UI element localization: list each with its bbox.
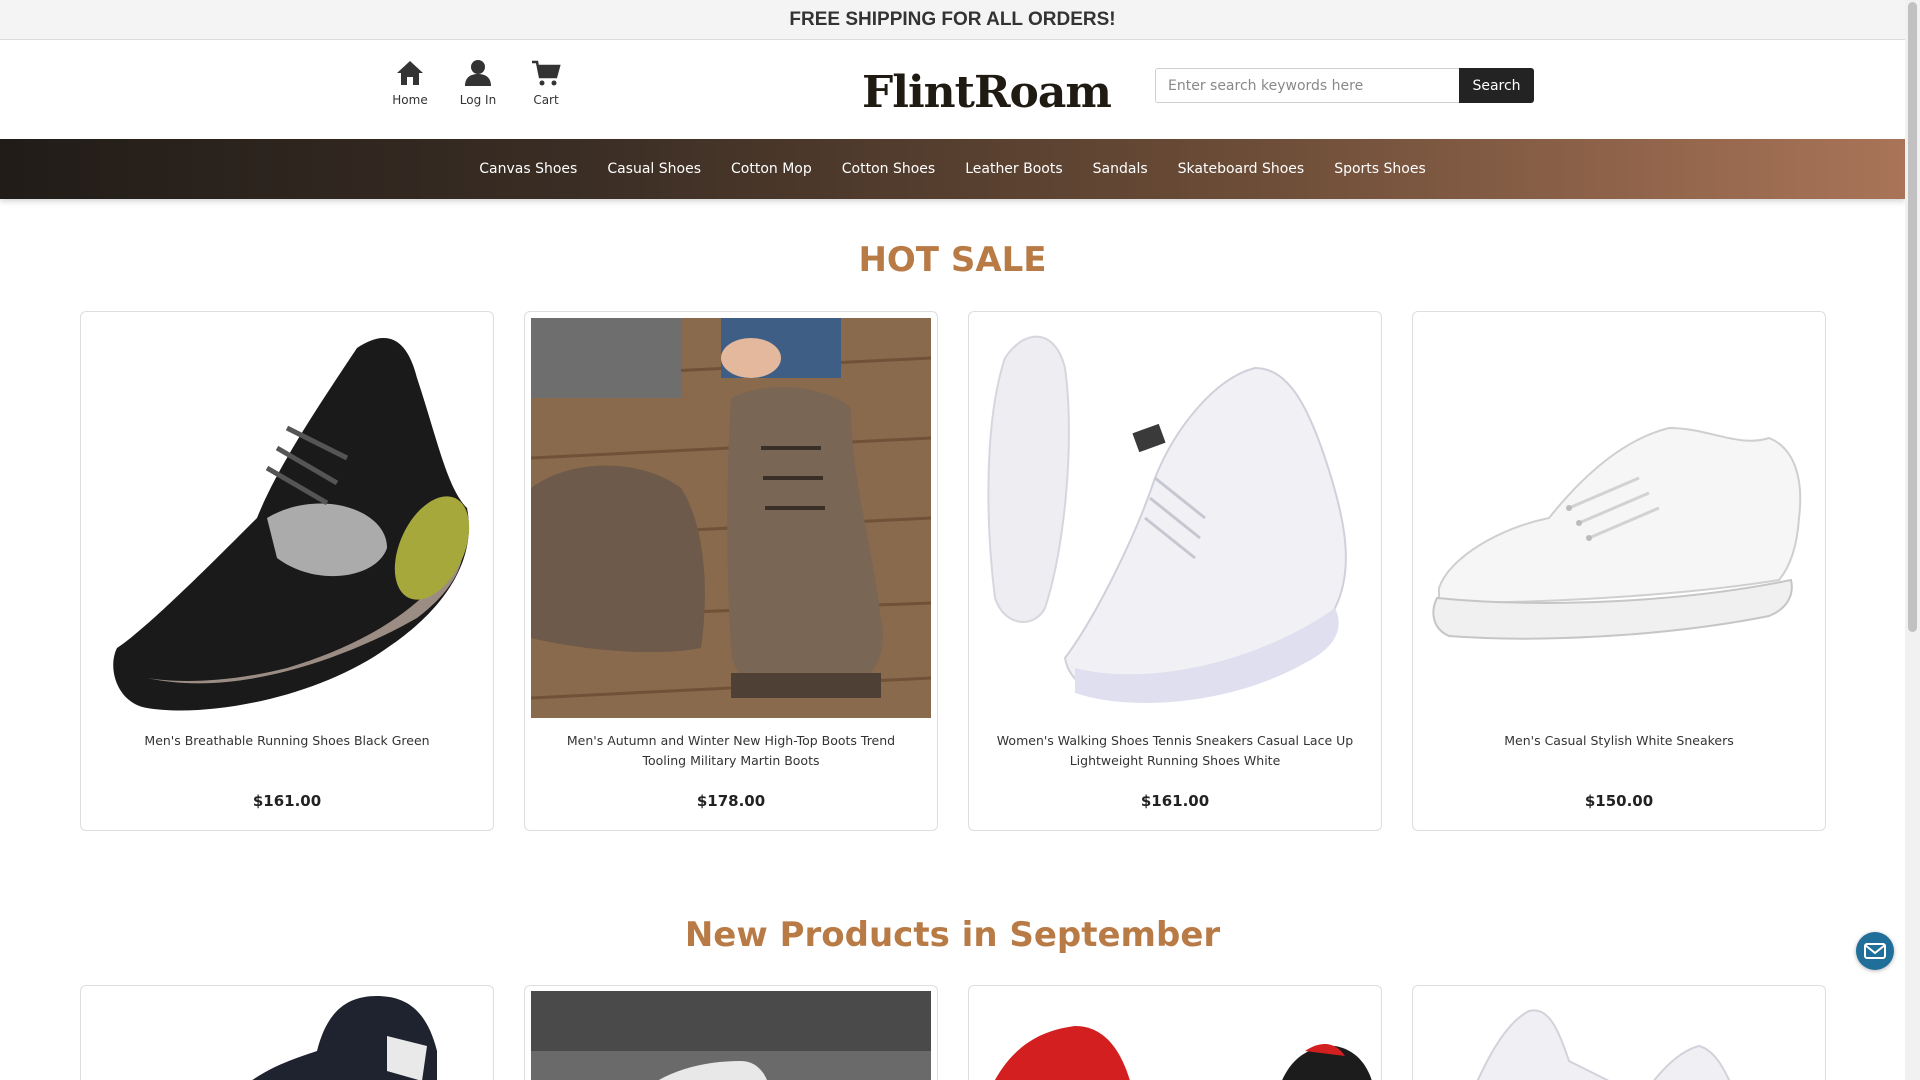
user-icon bbox=[465, 60, 491, 86]
new-products-title: New Products in September bbox=[684, 915, 1221, 955]
home-label: Home bbox=[392, 93, 428, 107]
new-products-row bbox=[80, 985, 1826, 1080]
product-image[interactable] bbox=[974, 317, 1376, 719]
product-card[interactable]: Women's Walking Shoes Tennis Sneakers Ca… bbox=[968, 311, 1382, 831]
product-image[interactable] bbox=[1418, 991, 1820, 1080]
product-card[interactable] bbox=[1412, 985, 1826, 1080]
product-name[interactable]: Men's Casual Stylish White Sneakers bbox=[1434, 731, 1804, 787]
product-image[interactable] bbox=[530, 317, 932, 719]
nav-item-cotton-mop[interactable]: Cotton Mop bbox=[716, 161, 827, 177]
login-link[interactable]: Log In bbox=[444, 58, 512, 107]
nav-item-leather-boots[interactable]: Leather Boots bbox=[950, 161, 1077, 177]
header-icon-links: Home Log In Cart bbox=[376, 58, 580, 107]
announcement-bar: FREE SHIPPING FOR ALL ORDERS! bbox=[0, 0, 1905, 40]
product-image[interactable] bbox=[86, 991, 488, 1080]
product-card[interactable] bbox=[524, 985, 938, 1080]
search-bar: Search bbox=[1155, 68, 1534, 103]
search-button[interactable]: Search bbox=[1459, 68, 1534, 103]
logo-text: FlintRoam bbox=[862, 66, 1112, 118]
product-price: $150.00 bbox=[1584, 792, 1654, 810]
announcement-text: FREE SHIPPING FOR ALL ORDERS! bbox=[789, 8, 1116, 30]
product-image[interactable] bbox=[974, 991, 1376, 1080]
product-card[interactable]: Men's Breathable Running Shoes Black Gre… bbox=[80, 311, 494, 831]
page-scrollbar[interactable] bbox=[1905, 0, 1920, 1080]
nav-item-casual-shoes[interactable]: Casual Shoes bbox=[592, 161, 716, 177]
login-label: Log In bbox=[459, 93, 497, 107]
product-card[interactable]: Men's Casual Stylish White Sneakers $150… bbox=[1412, 311, 1826, 831]
product-image[interactable] bbox=[1418, 317, 1820, 719]
product-card[interactable] bbox=[968, 985, 1382, 1080]
cart-icon bbox=[532, 60, 561, 86]
nav-item-sports-shoes[interactable]: Sports Shoes bbox=[1319, 161, 1441, 177]
product-image[interactable] bbox=[86, 317, 488, 719]
contact-mail-button[interactable] bbox=[1856, 932, 1894, 970]
hot-sale-title: HOT SALE bbox=[858, 240, 1047, 280]
nav-item-skateboard-shoes[interactable]: Skateboard Shoes bbox=[1163, 161, 1320, 177]
hot-sale-products: Men's Breathable Running Shoes Black Gre… bbox=[80, 311, 1826, 831]
product-price: $161.00 bbox=[1140, 792, 1210, 810]
product-card[interactable]: Men's Autumn and Winter New High-Top Boo… bbox=[524, 311, 938, 831]
search-input[interactable] bbox=[1155, 68, 1459, 103]
scrollbar-thumb[interactable] bbox=[1908, 2, 1917, 632]
product-price: $178.00 bbox=[696, 792, 766, 810]
nav-item-sandals[interactable]: Sandals bbox=[1078, 161, 1163, 177]
category-nav: Canvas Shoes Casual Shoes Cotton Mop Cot… bbox=[0, 139, 1905, 199]
cart-link[interactable]: Cart bbox=[512, 58, 580, 107]
product-name[interactable]: Women's Walking Shoes Tennis Sneakers Ca… bbox=[990, 731, 1360, 787]
nav-item-canvas-shoes[interactable]: Canvas Shoes bbox=[464, 161, 592, 177]
product-name[interactable]: Men's Autumn and Winter New High-Top Boo… bbox=[546, 731, 916, 787]
home-icon bbox=[397, 61, 423, 85]
product-card[interactable] bbox=[80, 985, 494, 1080]
site-header: Home Log In Cart FlintRoam Search bbox=[0, 40, 1905, 139]
mail-icon bbox=[1864, 943, 1886, 959]
nav-item-cotton-shoes[interactable]: Cotton Shoes bbox=[827, 161, 950, 177]
product-name[interactable]: Men's Breathable Running Shoes Black Gre… bbox=[102, 731, 472, 787]
cart-label: Cart bbox=[533, 93, 559, 107]
home-link[interactable]: Home bbox=[376, 58, 444, 107]
product-price: $161.00 bbox=[252, 792, 322, 810]
product-image[interactable] bbox=[530, 991, 932, 1080]
site-logo[interactable]: FlintRoam bbox=[862, 62, 1112, 122]
